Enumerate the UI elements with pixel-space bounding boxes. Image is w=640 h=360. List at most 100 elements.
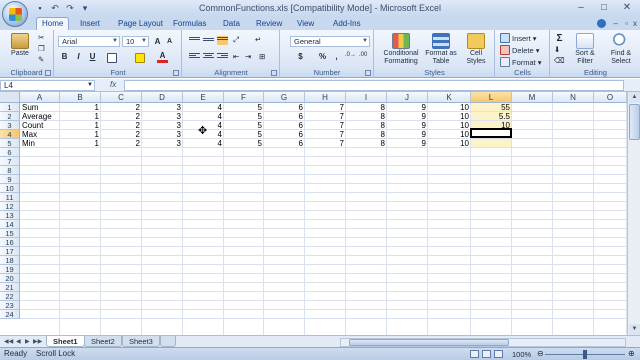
row-label-cell[interactable]: Min xyxy=(20,139,59,148)
row-label-cell[interactable]: Sum xyxy=(20,103,59,112)
column-header[interactable]: D xyxy=(142,92,183,103)
table-cell[interactable]: 9 xyxy=(387,121,427,130)
autosum-icon[interactable]: Σ xyxy=(554,33,565,44)
insert-cells-button[interactable]: Insert ▾ xyxy=(500,33,537,43)
row-header[interactable]: 18 xyxy=(0,256,20,265)
table-cell[interactable]: 2 xyxy=(101,112,141,121)
row-header[interactable]: 9 xyxy=(0,175,20,184)
column-header[interactable]: B xyxy=(60,92,101,103)
column-header[interactable]: N xyxy=(553,92,594,103)
table-cell[interactable]: 6 xyxy=(264,121,304,130)
align-left-icon[interactable] xyxy=(189,52,200,61)
table-cell[interactable]: 6 xyxy=(264,139,304,148)
sheet-tab-sheet2[interactable]: Sheet2 xyxy=(84,336,122,347)
align-center-icon[interactable] xyxy=(203,52,214,61)
table-cell[interactable]: 9 xyxy=(387,139,427,148)
copy-icon[interactable]: ❐ xyxy=(38,44,45,53)
row-header[interactable]: 19 xyxy=(0,265,20,274)
cell-styles-button[interactable]: Cell Styles xyxy=(461,33,491,66)
close-icon[interactable]: ✕ xyxy=(616,1,638,15)
table-cell[interactable]: 7 xyxy=(305,121,345,130)
column-header[interactable]: O xyxy=(594,92,627,103)
page-break-view-icon[interactable] xyxy=(494,350,503,358)
fill-icon[interactable]: ⬇ xyxy=(554,45,560,54)
format-painter-icon[interactable]: ✎ xyxy=(38,55,44,64)
table-cell[interactable]: 6 xyxy=(264,103,304,112)
font-size-select[interactable]: 10 ▼ xyxy=(122,36,149,47)
table-cell[interactable]: 3 xyxy=(142,139,182,148)
table-cell[interactable]: 6 xyxy=(264,130,304,139)
table-cell[interactable]: 8 xyxy=(346,103,386,112)
decrease-decimal-icon[interactable]: .00 xyxy=(359,52,367,58)
last-sheet-icon[interactable]: ▶▶ xyxy=(33,338,42,345)
tab-home[interactable]: Home xyxy=(36,17,70,30)
table-cell[interactable]: 8 xyxy=(346,112,386,121)
format-as-table-button[interactable]: Format as Table xyxy=(425,33,457,66)
font-name-select[interactable]: Arial ▼ xyxy=(58,36,120,47)
font-color-icon[interactable]: A xyxy=(157,51,168,63)
row-header[interactable]: 8 xyxy=(0,166,20,175)
worksheet-grid[interactable]: A B C D E F G H I J K L M N O 1 2 3 4 5 6 7 8 9 10 11 12 13 14 15 16 17… xyxy=(0,92,627,335)
row-header[interactable]: 13 xyxy=(0,211,20,220)
align-right-icon[interactable] xyxy=(217,52,228,61)
table-cell[interactable]: 7 xyxy=(305,139,345,148)
zoom-out-icon[interactable]: ⊖ xyxy=(537,348,544,360)
table-cell[interactable]: 2 xyxy=(101,130,141,139)
formula-input[interactable] xyxy=(124,80,624,91)
active-cell-outline[interactable] xyxy=(470,128,512,138)
orientation-icon[interactable]: ⤢ xyxy=(233,35,239,45)
decrease-indent-icon[interactable]: ⇤ xyxy=(233,52,239,61)
table-cell[interactable]: 5 xyxy=(224,103,263,112)
table-cell[interactable]: 6 xyxy=(264,112,304,121)
normal-view-icon[interactable] xyxy=(470,350,479,358)
next-sheet-icon[interactable]: ▶ xyxy=(25,338,30,345)
horizontal-scrollbar[interactable] xyxy=(340,338,626,347)
conditional-formatting-button[interactable]: Conditional Formatting xyxy=(379,33,423,66)
column-header[interactable]: F xyxy=(224,92,264,103)
table-cell[interactable]: 10 xyxy=(428,139,470,148)
table-cell[interactable]: 8 xyxy=(346,130,386,139)
row-label-cell[interactable]: Count xyxy=(20,121,59,130)
tab-page-layout[interactable]: Page Layout xyxy=(118,18,163,30)
maximize-icon[interactable]: □ xyxy=(593,1,615,15)
wrap-text-icon[interactable]: ↵ xyxy=(255,35,261,44)
fill-color-icon[interactable] xyxy=(135,53,145,63)
table-cell[interactable]: 55 xyxy=(471,103,511,112)
column-header[interactable]: C xyxy=(101,92,142,103)
table-cell[interactable]: 2 xyxy=(101,103,141,112)
tab-add-ins[interactable]: Add-Ins xyxy=(333,18,361,30)
scroll-down-icon[interactable]: ▼ xyxy=(629,324,640,335)
alignment-launcher-icon[interactable] xyxy=(271,70,277,76)
table-cell[interactable]: 9 xyxy=(387,112,427,121)
row-label-cell[interactable]: Max xyxy=(20,130,59,139)
office-button[interactable] xyxy=(2,1,28,27)
cut-icon[interactable]: ✂ xyxy=(38,33,44,42)
tab-formulas[interactable]: Formulas xyxy=(173,18,206,30)
select-all-corner[interactable] xyxy=(0,92,20,103)
workbook-close-icon[interactable]: x xyxy=(633,19,637,28)
row-header[interactable]: 14 xyxy=(0,220,20,229)
table-cell[interactable]: 5.5 xyxy=(471,112,511,121)
clipboard-launcher-icon[interactable] xyxy=(45,70,51,76)
column-header[interactable]: G xyxy=(264,92,305,103)
table-cell[interactable]: 7 xyxy=(305,103,345,112)
table-cell[interactable]: 10 xyxy=(428,112,470,121)
underline-button[interactable]: U xyxy=(87,52,98,61)
font-launcher-icon[interactable] xyxy=(173,70,179,76)
row-header[interactable]: 1 xyxy=(0,103,20,112)
number-format-select[interactable]: General ▼ xyxy=(290,36,370,47)
grow-font-icon[interactable]: A xyxy=(152,37,163,46)
row-header[interactable]: 6 xyxy=(0,148,20,157)
row-header[interactable]: 21 xyxy=(0,283,20,292)
row-header[interactable]: 20 xyxy=(0,274,20,283)
column-header[interactable]: E xyxy=(183,92,224,103)
merge-center-icon[interactable]: ⊞ xyxy=(259,52,265,61)
table-cell[interactable]: 1 xyxy=(60,139,100,148)
column-header[interactable]: J xyxy=(387,92,428,103)
column-header[interactable]: L xyxy=(471,92,512,103)
table-cell[interactable]: 2 xyxy=(101,121,141,130)
zoom-level[interactable]: 100% xyxy=(512,349,531,360)
table-cell[interactable]: 1 xyxy=(60,112,100,121)
row-header[interactable]: 3 xyxy=(0,121,20,130)
middle-align-icon[interactable] xyxy=(203,37,214,46)
